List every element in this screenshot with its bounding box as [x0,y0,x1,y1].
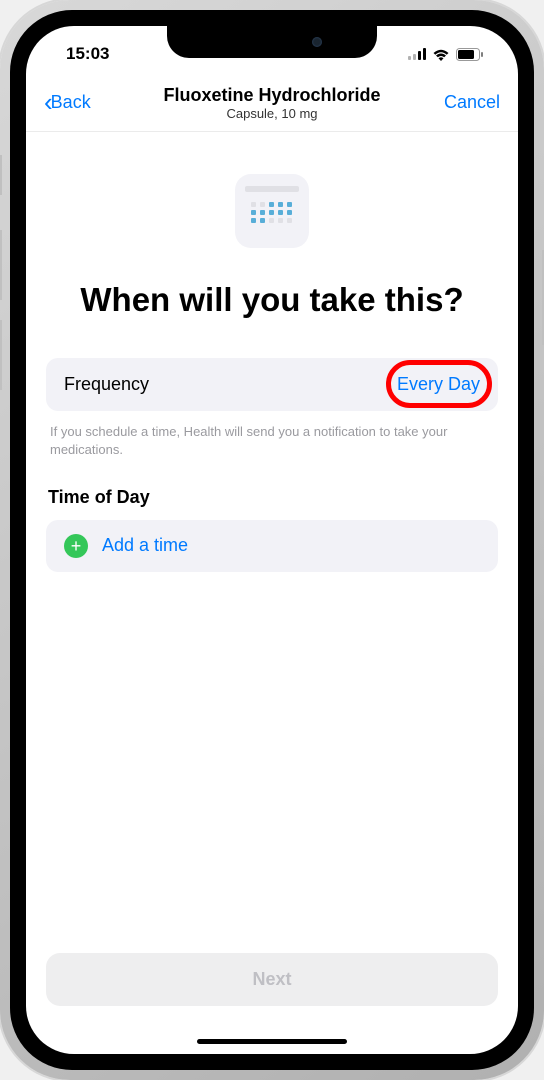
frequency-row[interactable]: Frequency Every Day [46,358,498,411]
back-label: Back [51,92,91,113]
add-time-label: Add a time [102,535,188,556]
heading: When will you take this? [46,280,498,320]
page-title: Fluoxetine Hydrochloride [163,85,380,106]
front-camera [312,37,322,47]
calendar-icon [235,174,309,248]
phone-frame: 15:03 ‹ Back Fluoxetine Hydrochloride Ca… [0,0,544,1080]
volume-up-button [0,230,2,300]
phone-bezel: 15:03 ‹ Back Fluoxetine Hydrochloride Ca… [10,10,534,1070]
page-subtitle: Capsule, 10 mg [163,106,380,121]
next-button[interactable]: Next [46,953,498,1006]
add-time-button[interactable]: + Add a time [46,520,498,572]
hero-icon-wrap [46,174,498,248]
frequency-label: Frequency [64,374,149,395]
info-text: If you schedule a time, Health will send… [46,423,498,459]
frequency-value[interactable]: Every Day [397,374,480,395]
plus-icon: + [64,534,88,558]
home-indicator[interactable] [197,1039,347,1044]
time-of-day-heading: Time of Day [46,487,498,508]
spacer [46,572,498,953]
status-icons [408,48,490,61]
screen: 15:03 ‹ Back Fluoxetine Hydrochloride Ca… [26,26,518,1054]
notch [167,26,377,58]
status-time: 15:03 [54,44,109,64]
content-area: When will you take this? Frequency Every… [26,132,518,1054]
nav-title-wrap: Fluoxetine Hydrochloride Capsule, 10 mg [163,85,380,121]
wifi-icon [432,48,450,61]
nav-bar: ‹ Back Fluoxetine Hydrochloride Capsule,… [26,74,518,132]
battery-icon [456,48,484,61]
cancel-button[interactable]: Cancel [444,92,500,113]
back-button[interactable]: ‹ Back [44,87,91,118]
mute-switch [0,155,2,195]
cellular-icon [408,48,426,60]
volume-down-button [0,320,2,390]
